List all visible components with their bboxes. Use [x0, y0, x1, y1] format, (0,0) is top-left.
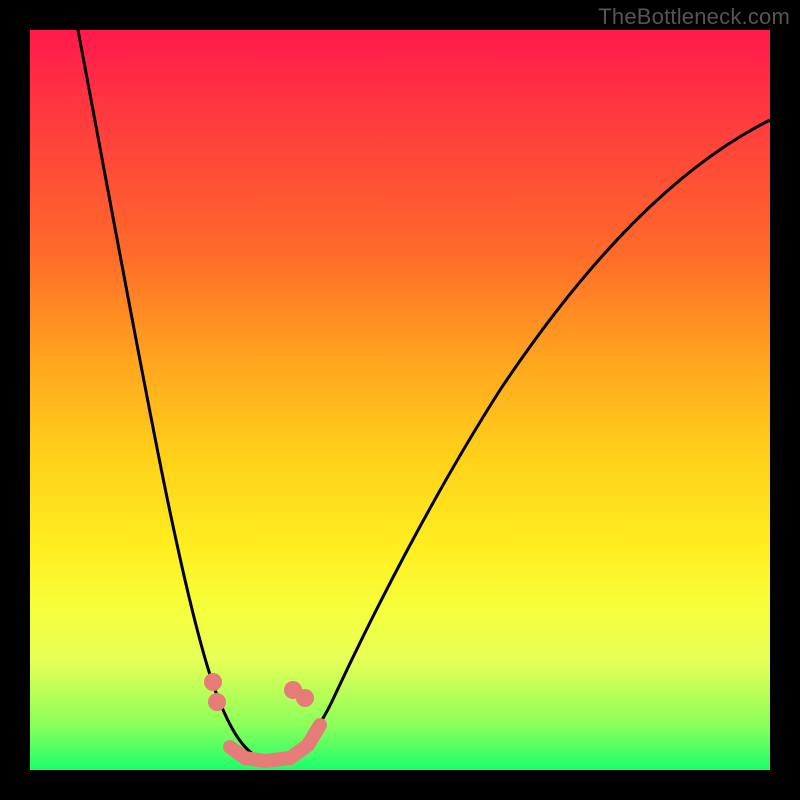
- bottleneck-curve: [78, 30, 770, 760]
- marker-dot: [208, 693, 226, 711]
- plot-area: [30, 30, 770, 770]
- chart-frame: TheBottleneck.com: [0, 0, 800, 800]
- marker-dot: [296, 689, 314, 707]
- curve-layer: [30, 30, 770, 770]
- marker-dot: [204, 673, 222, 691]
- watermark-text: TheBottleneck.com: [598, 4, 790, 30]
